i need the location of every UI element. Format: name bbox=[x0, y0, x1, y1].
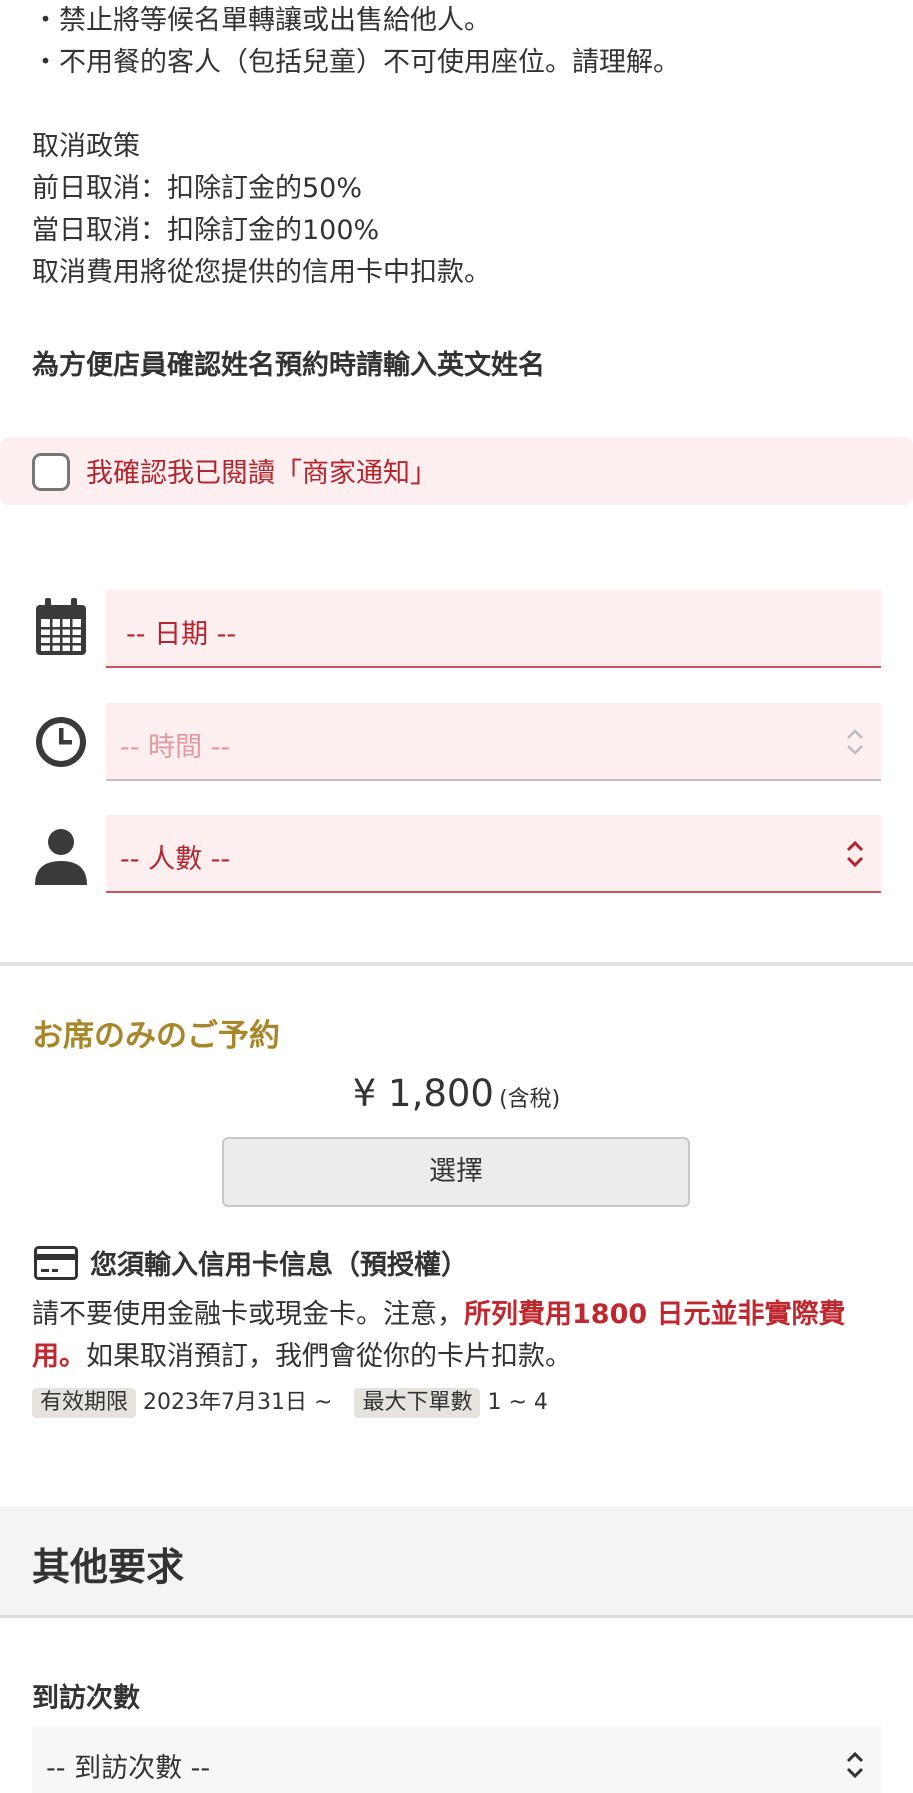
price-tax-note: (含稅) bbox=[499, 1087, 561, 1112]
section-divider bbox=[0, 962, 913, 966]
notice-section: ・禁止將等候名單轉讓或出售給他人。 ・不用餐的客人（包括兒童）不可使用座位。請理… bbox=[32, 0, 892, 294]
notice-line: ・禁止將等候名單轉讓或出售給他人。 bbox=[32, 5, 491, 36]
max-orders-value: 1 ~ 4 bbox=[487, 1390, 548, 1415]
cancel-policy-title: 取消政策 bbox=[32, 131, 140, 162]
cancel-policy-line: 取消費用將從您提供的信用卡中扣款。 bbox=[32, 257, 491, 288]
other-requests-header: 其他要求 bbox=[0, 1506, 913, 1618]
validity-value: 2023年7月31日 ~ bbox=[143, 1390, 333, 1415]
notice-line: ・不用餐的客人（包括兒童）不可使用座位。請理解。 bbox=[32, 47, 680, 78]
select-chevron-icon bbox=[846, 840, 864, 868]
plan-price: ¥ 1,800 (含稅) bbox=[0, 1072, 913, 1115]
visits-label: 到訪次數 bbox=[32, 1683, 140, 1714]
confirm-notice-row[interactable]: 我確認我已閱讀「商家通知」 bbox=[0, 437, 913, 505]
max-orders-tag: 最大下單數 bbox=[354, 1388, 481, 1418]
cancel-policy-line: 當日取消：扣除訂金的100% bbox=[32, 215, 380, 246]
date-placeholder: -- 日期 -- bbox=[126, 619, 237, 650]
visits-select[interactable]: -- 到訪次數 -- bbox=[32, 1726, 881, 1793]
visits-placeholder: -- 到訪次數 -- bbox=[46, 1753, 211, 1784]
person-icon bbox=[35, 829, 87, 885]
select-chevron-icon bbox=[847, 729, 863, 755]
time-select[interactable]: -- 時間 -- bbox=[106, 703, 881, 781]
time-placeholder: -- 時間 -- bbox=[120, 732, 231, 763]
plan-title: お席のみのご予約 bbox=[32, 1018, 280, 1054]
select-plan-button[interactable]: 選擇 bbox=[222, 1137, 690, 1207]
other-requests-title: 其他要求 bbox=[32, 1545, 185, 1589]
party-size-placeholder: -- 人數 -- bbox=[120, 844, 231, 875]
clock-icon bbox=[36, 717, 86, 767]
price-amount: ¥ 1,800 bbox=[352, 1072, 494, 1115]
party-size-select[interactable]: -- 人數 -- bbox=[106, 815, 881, 893]
plan-meta: 有效期限 2023年7月31日 ~ 最大下單數 1 ~ 4 bbox=[32, 1387, 548, 1419]
cancel-policy-line: 前日取消：扣除訂金的50% bbox=[32, 173, 363, 204]
select-chevron-icon bbox=[846, 1751, 864, 1779]
validity-tag: 有效期限 bbox=[32, 1388, 137, 1418]
date-field[interactable]: -- 日期 -- bbox=[106, 590, 881, 668]
english-name-note: 為方便店員確認姓名預約時請輸入英文姓名 bbox=[32, 350, 545, 381]
card-text-outro: 如果取消預訂，我們會從你的卡片扣款。 bbox=[86, 1341, 572, 1372]
card-info-text: 請不要使用金融卡或現金卡。注意，所列費用1800 日元並非實際費用。如果取消預訂… bbox=[32, 1294, 892, 1378]
calendar-icon bbox=[36, 598, 86, 655]
credit-card-icon bbox=[34, 1246, 78, 1280]
confirm-label[interactable]: 我確認我已閱讀「商家通知」 bbox=[86, 451, 437, 490]
confirm-checkbox[interactable] bbox=[32, 453, 70, 491]
card-text-intro: 請不要使用金融卡或現金卡。注意， bbox=[32, 1299, 464, 1330]
card-info-title: 您須輸入信用卡信息（預授權） bbox=[90, 1250, 468, 1281]
